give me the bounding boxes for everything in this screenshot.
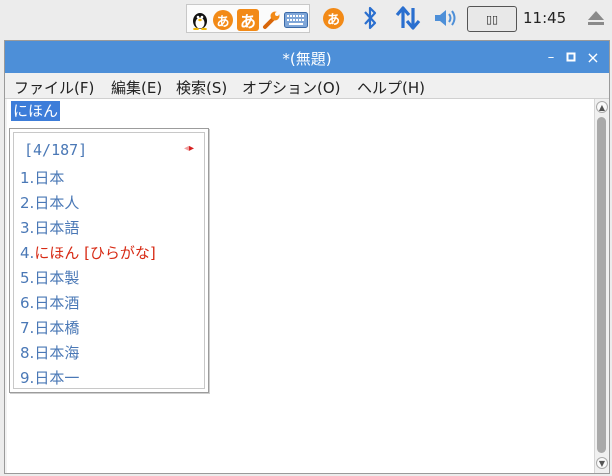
candidate-page-indicator: [4/187]: [24, 141, 88, 159]
candidate-text: にほん [ひらがな]: [34, 244, 156, 262]
candidate-text: 日本酒: [34, 294, 80, 312]
taskbar: あ あ あ ▯▯ 11:45: [0, 0, 612, 36]
candidate-window: [4/187] ◂▸ 1.日本 2.日本人 3.日本語 4.にほん [ひらがな]…: [9, 128, 209, 393]
hiragana-a-icon[interactable]: あ: [213, 10, 233, 30]
candidate-number: 9.: [20, 369, 35, 387]
candidate-item[interactable]: 2.日本人: [20, 192, 79, 217]
candidate-number: 8.: [20, 344, 35, 362]
candidate-item-selected[interactable]: 4.にほん [ひらがな]: [20, 242, 156, 267]
candidate-text: 日本一: [34, 369, 80, 387]
candidate-text: 日本橋: [34, 319, 80, 337]
ime-tray-group: あ あ: [186, 4, 310, 33]
candidate-list: [4/187] ◂▸ 1.日本 2.日本人 3.日本語 4.にほん [ひらがな]…: [13, 132, 205, 389]
network-transfer-icon[interactable]: [394, 6, 422, 30]
keyboard-layout-indicator[interactable]: ▯▯: [467, 6, 517, 32]
menu-help[interactable]: ヘルプ(H): [357, 77, 425, 98]
menu-file[interactable]: ファイル(F): [14, 77, 94, 98]
scroll-down-icon[interactable]: ▼: [596, 457, 608, 469]
vertical-scrollbar[interactable]: ▲ ▼: [594, 99, 608, 473]
keyboard-indicator-text: ▯▯: [485, 12, 499, 26]
candidate-number: 5.: [20, 269, 35, 287]
menu-edit[interactable]: 編集(E): [111, 77, 162, 98]
scroll-up-icon[interactable]: ▲: [596, 101, 608, 113]
candidate-text: 日本: [34, 169, 65, 187]
maximize-icon: [566, 52, 576, 62]
candidate-item[interactable]: 8.日本海: [20, 342, 79, 367]
close-icon: ×: [586, 47, 600, 67]
menu-bar: ファイル(F) 編集(E) 検索(S) オプション(O) ヘルプ(H): [5, 73, 609, 99]
tux-icon[interactable]: [189, 9, 211, 31]
ime-glyph: あ: [216, 14, 230, 30]
candidate-number: 6.: [20, 294, 35, 312]
bluetooth-icon[interactable]: [359, 6, 381, 30]
candidate-number: 2.: [20, 194, 35, 212]
candidate-text: 日本製: [34, 269, 80, 287]
menu-options[interactable]: オプション(O): [242, 77, 341, 98]
input-mode-glyph: あ: [326, 13, 340, 28]
candidate-number: 4.: [20, 244, 35, 262]
candidate-item[interactable]: 5.日本製: [20, 267, 79, 292]
candidate-text: 日本語: [34, 219, 80, 237]
candidate-number: 1.: [20, 169, 35, 187]
candidate-number: 3.: [20, 219, 35, 237]
candidate-text: 日本海: [34, 344, 80, 362]
wrench-icon[interactable]: [260, 9, 282, 31]
candidate-item[interactable]: 3.日本語: [20, 217, 79, 242]
candidate-item[interactable]: 7.日本橋: [20, 317, 79, 342]
candidate-text: 日本人: [34, 194, 80, 212]
close-button[interactable]: ×: [585, 47, 601, 67]
preedit-text: にほん: [11, 101, 61, 121]
keyboard-icon[interactable]: [283, 9, 309, 31]
hiragana-a-icon[interactable]: あ: [237, 9, 259, 31]
menu-search[interactable]: 検索(S): [176, 77, 227, 98]
next-page-icon[interactable]: ▸: [189, 143, 194, 154]
ime-glyph: あ: [239, 12, 256, 31]
window-title: *(無題): [282, 50, 332, 68]
minimize-icon: –: [547, 49, 555, 65]
clock[interactable]: 11:45: [523, 9, 566, 27]
eject-icon[interactable]: [584, 6, 608, 30]
candidate-nav: ◂▸: [184, 143, 194, 154]
input-mode-icon[interactable]: あ: [323, 8, 344, 29]
maximize-button[interactable]: [563, 49, 579, 65]
volume-icon[interactable]: [432, 6, 460, 30]
minimize-button[interactable]: –: [543, 49, 559, 65]
candidate-number: 7.: [20, 319, 35, 337]
title-bar[interactable]: *(無題) – ×: [5, 41, 609, 73]
candidate-item[interactable]: 6.日本酒: [20, 292, 79, 317]
scrollbar-thumb[interactable]: [597, 117, 606, 453]
candidate-item[interactable]: 1.日本: [20, 167, 64, 192]
candidate-item[interactable]: 9.日本一: [20, 367, 79, 392]
